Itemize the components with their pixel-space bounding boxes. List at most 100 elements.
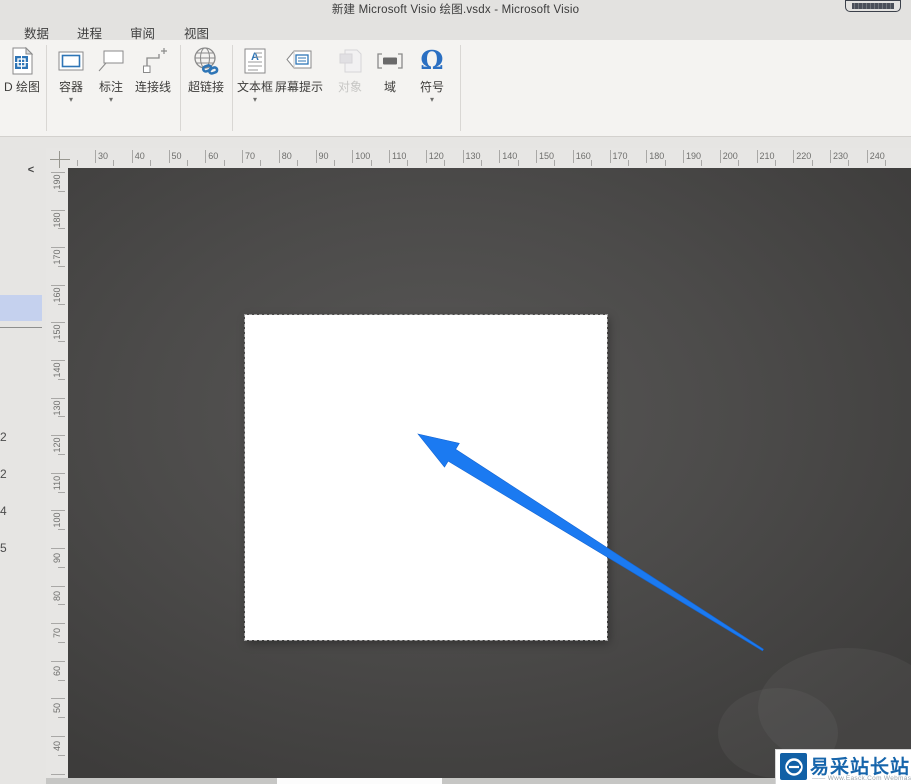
group-separator (460, 45, 461, 131)
field-button[interactable]: 域 (374, 44, 406, 94)
container-icon (57, 44, 85, 78)
tab-process[interactable]: 进程 (71, 21, 108, 41)
ruler-tick-label: 200 (722, 151, 738, 161)
textbox-icon: A (242, 44, 268, 78)
ruler-tick-label: 90 (318, 151, 329, 161)
chevron-down-icon: ▾ (252, 95, 257, 104)
ruler-tick-label: 170 (612, 151, 628, 161)
ruler-tick-label: 50 (171, 151, 182, 161)
container-button[interactable]: 容器 ▾ (53, 44, 89, 104)
ribbon-tab-row: 数据 进程 审阅 视图 (0, 18, 911, 41)
symbol-icon: Ω (420, 46, 444, 76)
hyperlink-button[interactable]: 超链接 (184, 44, 228, 94)
group-separator (46, 45, 47, 131)
ruler-tick-label: 100 (52, 512, 62, 528)
button-label: 容器 (58, 80, 83, 94)
drawing-canvas[interactable] (68, 168, 911, 778)
ruler-tick-label: 30 (98, 151, 109, 161)
connector-icon (139, 44, 167, 78)
window-title: 新建 Microsoft Visio 绘图.vsdx - Microsoft V… (331, 4, 580, 16)
ruler-tick-label: 160 (575, 151, 591, 161)
ruler-tick-label: 180 (52, 212, 62, 228)
tab-data[interactable]: 数据 (18, 21, 55, 41)
horizontal-scrollbar-thumb[interactable] (277, 778, 442, 784)
button-label: 屏幕提示 (274, 80, 323, 94)
ruler-tick-label: 190 (52, 174, 62, 190)
group-separator (232, 45, 233, 131)
ruler-tick-label: 70 (245, 151, 256, 161)
button-label: 文本框 (237, 80, 274, 94)
ruler-tick-label: 130 (465, 151, 481, 161)
ruler-tick-label: 130 (52, 400, 62, 416)
button-label: 标注 (98, 80, 123, 94)
field-icon (375, 44, 405, 78)
horizontal-ruler: 30 40 50 60 70 80 90 100 110 120 130 140 150 160 170 18… (46, 148, 911, 168)
window-controls-pill[interactable] (845, 0, 901, 12)
screentip-button[interactable]: 屏幕提示 (273, 44, 325, 94)
ruler-tick-label: 170 (52, 249, 62, 265)
sidebar-selected-item[interactable] (0, 295, 42, 321)
visio-window: 新建 Microsoft Visio 绘图.vsdx - Microsoft V… (0, 0, 911, 784)
ruler-tick-label: 100 (355, 151, 371, 161)
ruler-tick-label: 40 (52, 741, 62, 752)
ruler-tick-label: 90 (52, 553, 62, 564)
watermark-logo-icon (780, 753, 807, 780)
sidebar-text-fragment: 4 (0, 504, 7, 518)
hyperlink-icon (191, 44, 221, 78)
ruler-tick-label: 240 (869, 151, 885, 161)
screentip-icon (284, 44, 314, 78)
button-label: 连接线 (134, 80, 171, 94)
ruler-tick-label: 150 (52, 324, 62, 340)
object-icon (337, 44, 363, 78)
ruler-tick-label: 220 (796, 151, 812, 161)
sidebar-text-fragment: 2 (0, 430, 7, 444)
button-label: 对象 (337, 80, 362, 94)
symbol-button[interactable]: Ω 符号 ▾ (413, 44, 451, 104)
title-bar: 新建 Microsoft Visio 绘图.vsdx - Microsoft V… (0, 0, 911, 18)
collapse-panel-icon[interactable]: < (24, 163, 38, 177)
ruler-tick-label: 110 (52, 475, 62, 490)
ruler-tick-label: 80 (281, 151, 292, 161)
button-label: D 绘图 (3, 80, 40, 94)
blue-arrow-shape[interactable] (68, 168, 911, 778)
ruler-tick-label: 190 (686, 151, 702, 161)
sidebar-divider (0, 327, 42, 328)
cad-drawing-button[interactable]: D 绘图 (0, 44, 44, 94)
ruler-tick-label: 160 (52, 287, 62, 303)
ruler-origin-crosshair (59, 151, 60, 168)
ruler-origin-crosshair (50, 159, 70, 160)
tab-review[interactable]: 审阅 (124, 21, 161, 41)
callout-icon (97, 44, 125, 78)
vertical-ruler: 190 180 170 160 150 140 130 120 110 100 90 80 70 60 50… (46, 168, 68, 778)
ruler-tick-label: 120 (428, 151, 444, 161)
ruler-tick-label: 40 (134, 151, 145, 161)
ruler-tick-label: 150 (539, 151, 555, 161)
sidebar-text-fragment: 2 (0, 467, 7, 481)
sidebar-text-fragment: 5 (0, 541, 7, 555)
ruler-tick-label: 50 (52, 703, 62, 714)
ruler-tick-label: 140 (502, 151, 518, 161)
button-label: 超链接 (187, 80, 224, 94)
ruler-tick-label: 70 (52, 628, 62, 639)
button-label: 符号 (419, 80, 444, 94)
chevron-down-icon: ▾ (108, 95, 113, 104)
ribbon: D 绘图 容器 ▾ 标注 ▾ 连接线 超链接 A 文本框 ▾ 屏幕提示 对象 域… (0, 40, 911, 173)
ruler-tick-label: 210 (759, 151, 775, 161)
watermark-badge: 易采站长站 —— Www.Easck.Com Webmaster (775, 749, 911, 784)
ruler-tick-label: 60 (52, 665, 62, 676)
watermark-subtitle: —— Www.Easck.Com Webmaster (812, 775, 911, 782)
chevron-down-icon: ▾ (68, 95, 73, 104)
cad-drawing-icon (9, 44, 35, 78)
ruler-tick-label: 180 (649, 151, 665, 161)
ruler-tick-label: 140 (52, 362, 62, 378)
callout-button[interactable]: 标注 ▾ (94, 44, 128, 104)
textbox-button[interactable]: A 文本框 ▾ (237, 44, 273, 104)
ruler-tick-label: 80 (52, 590, 62, 601)
button-label: 域 (383, 80, 396, 94)
ruler-tick-label: 120 (52, 437, 62, 453)
connector-button[interactable]: 连接线 (130, 44, 176, 94)
ruler-tick-label: 110 (392, 151, 407, 161)
ruler-tick-label: 60 (208, 151, 219, 161)
group-separator (180, 45, 181, 131)
tab-view[interactable]: 视图 (178, 21, 215, 41)
